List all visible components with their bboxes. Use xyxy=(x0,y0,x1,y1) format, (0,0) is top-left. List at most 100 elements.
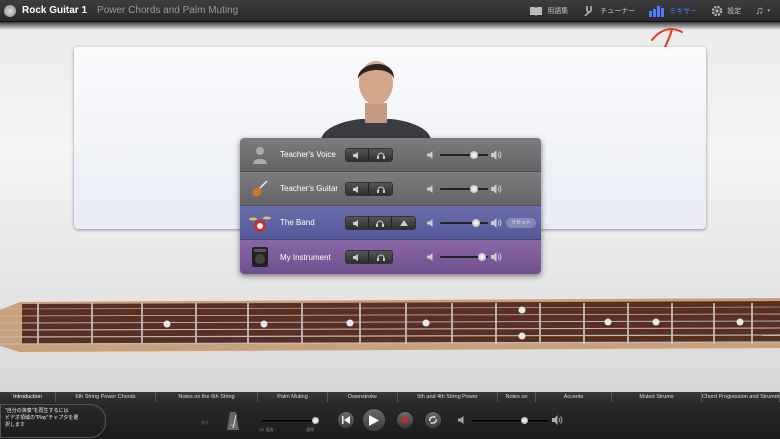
track-name: The Band xyxy=(280,218,315,227)
settings-label: 設定 xyxy=(727,8,742,15)
music-note-icon: ♫ xyxy=(755,5,764,17)
drum-kit-icon xyxy=(249,212,271,234)
speaker-icon xyxy=(353,151,358,159)
volume-slider[interactable] xyxy=(440,253,488,261)
fret-marker xyxy=(736,318,744,326)
tuning-fork-icon xyxy=(584,6,592,16)
mixer-track-my-instrument: My Instrument xyxy=(240,240,541,274)
mixer-track-teachers-guitar: Teacher's Guitar xyxy=(240,172,541,206)
music-menu-button[interactable]: ♫ ▾ xyxy=(751,5,774,17)
metronome-icon xyxy=(227,412,239,430)
chapter-tab[interactable]: 5th and 4th String Power xyxy=(398,392,498,402)
headphones-solo-button[interactable] xyxy=(369,251,392,263)
record-button[interactable] xyxy=(396,411,414,429)
headphones-solo-button[interactable] xyxy=(369,183,392,195)
hint-line: "自分の演奏"を再生するには xyxy=(5,408,69,414)
reset-button[interactable]: リセット xyxy=(506,218,536,228)
teacher-voice-icon xyxy=(249,144,271,166)
mute-button[interactable] xyxy=(346,251,369,263)
volume-high-icon xyxy=(491,184,502,194)
headphones-icon xyxy=(376,220,384,227)
loop-icon xyxy=(429,416,437,424)
chapter-tab[interactable]: Notes on the 6th String xyxy=(156,392,258,402)
fret-marker xyxy=(163,320,171,328)
volume-knob[interactable] xyxy=(472,219,480,227)
mixer-label: ミキサー xyxy=(669,8,698,15)
hint-bubble: "自分の演奏"を再生するには ビデオ領域の"Play"チャプタを選 択します xyxy=(0,404,106,438)
chapter-tab[interactable]: Accents xyxy=(536,392,612,402)
mute-solo-group xyxy=(345,216,416,230)
speed-knob[interactable] xyxy=(312,417,319,424)
volume-slider[interactable] xyxy=(440,185,488,193)
app-title: Rock Guitar 1 xyxy=(22,5,88,16)
volume-slider[interactable] xyxy=(440,151,488,159)
volume-slider[interactable] xyxy=(440,219,488,227)
book-icon xyxy=(530,7,543,16)
fret-marker xyxy=(518,332,526,340)
volume-low-icon xyxy=(427,185,433,193)
volume-high-icon xyxy=(491,252,502,262)
headphones-solo-button[interactable] xyxy=(369,149,392,161)
tempo-label: 大人 xyxy=(201,420,209,425)
guitar-icon xyxy=(249,178,271,200)
headphones-icon xyxy=(376,254,385,261)
metronome-button[interactable]: 1/2 xyxy=(227,412,239,430)
chapter-tab[interactable]: Muted Strums xyxy=(612,392,702,402)
mixer-track-the-band: The Band リセット xyxy=(240,206,541,240)
mute-button[interactable] xyxy=(346,217,369,229)
triangle-up-icon xyxy=(399,220,408,226)
tuner-label: チューナー xyxy=(600,8,636,15)
speed-slider[interactable] xyxy=(262,420,316,422)
track-name: My Instrument xyxy=(280,252,331,262)
headphones-solo-button[interactable] xyxy=(369,217,392,229)
mixer-bars-icon xyxy=(649,5,665,17)
master-volume-knob[interactable] xyxy=(521,417,529,424)
glossary-button[interactable]: 用語集 xyxy=(525,6,572,16)
gear-icon xyxy=(711,5,723,17)
track-name: Teacher's Voice xyxy=(280,150,336,159)
fret-marker xyxy=(260,320,268,328)
garageband-logo-icon xyxy=(4,4,16,17)
fret-marker xyxy=(422,319,430,327)
mute-solo-group xyxy=(345,148,393,162)
volume-high-icon xyxy=(491,150,502,160)
loop-button[interactable] xyxy=(424,411,442,429)
fret-marker xyxy=(652,318,660,326)
play-icon xyxy=(369,414,379,426)
mixer-button[interactable]: ミキサー xyxy=(645,5,701,17)
chapter-tab[interactable]: 6th String Power Chords xyxy=(56,392,156,402)
expand-button[interactable] xyxy=(392,217,415,229)
chapter-tab[interactable]: Downstroke xyxy=(328,392,398,402)
volume-knob[interactable] xyxy=(478,253,487,261)
chevron-down-icon: ▾ xyxy=(767,8,770,14)
tuner-button[interactable]: チューナー xyxy=(578,6,639,16)
chapter-tab[interactable]: Introduction xyxy=(0,392,56,402)
volume-knob[interactable] xyxy=(469,185,478,193)
fret-marker xyxy=(518,306,526,314)
rewind-button[interactable] xyxy=(337,411,355,429)
hint-line: ビデオ領域の"Play"チャプタを選 xyxy=(5,415,79,421)
chapter-tab[interactable]: Chord Progression and Strumming Pattern xyxy=(702,392,780,402)
mute-button[interactable] xyxy=(346,183,369,195)
speed-label-left: 1/2 速度 xyxy=(258,427,274,432)
mute-solo-group xyxy=(345,250,393,264)
chapter-bar: Introduction 6th String Power Chords Notes… xyxy=(0,392,780,402)
mute-button[interactable] xyxy=(346,149,369,161)
chapter-tab[interactable]: Notes on xyxy=(498,392,536,402)
glossary-label: 用語集 xyxy=(547,8,569,15)
volume-low-icon xyxy=(427,151,433,159)
chapter-tab[interactable]: Palm Muting xyxy=(258,392,328,402)
play-button[interactable] xyxy=(362,408,386,432)
mixer-panel: Teacher's Voice Teacher's Guitar The Ban… xyxy=(240,138,541,274)
speaker-icon xyxy=(353,253,358,261)
master-volume-slider[interactable] xyxy=(472,420,548,422)
settings-button[interactable]: 設定 xyxy=(707,5,745,17)
volume-low-icon xyxy=(458,416,464,424)
headphones-icon xyxy=(376,152,385,159)
hint-line: 択します xyxy=(5,422,26,428)
transport-bar: "自分の演奏"を再生するには ビデオ領域の"Play"チャプタを選 択します 大… xyxy=(0,402,780,439)
mute-solo-group xyxy=(345,182,393,196)
speaker-icon xyxy=(353,185,358,193)
volume-high-icon xyxy=(491,218,502,228)
volume-knob[interactable] xyxy=(469,151,478,159)
